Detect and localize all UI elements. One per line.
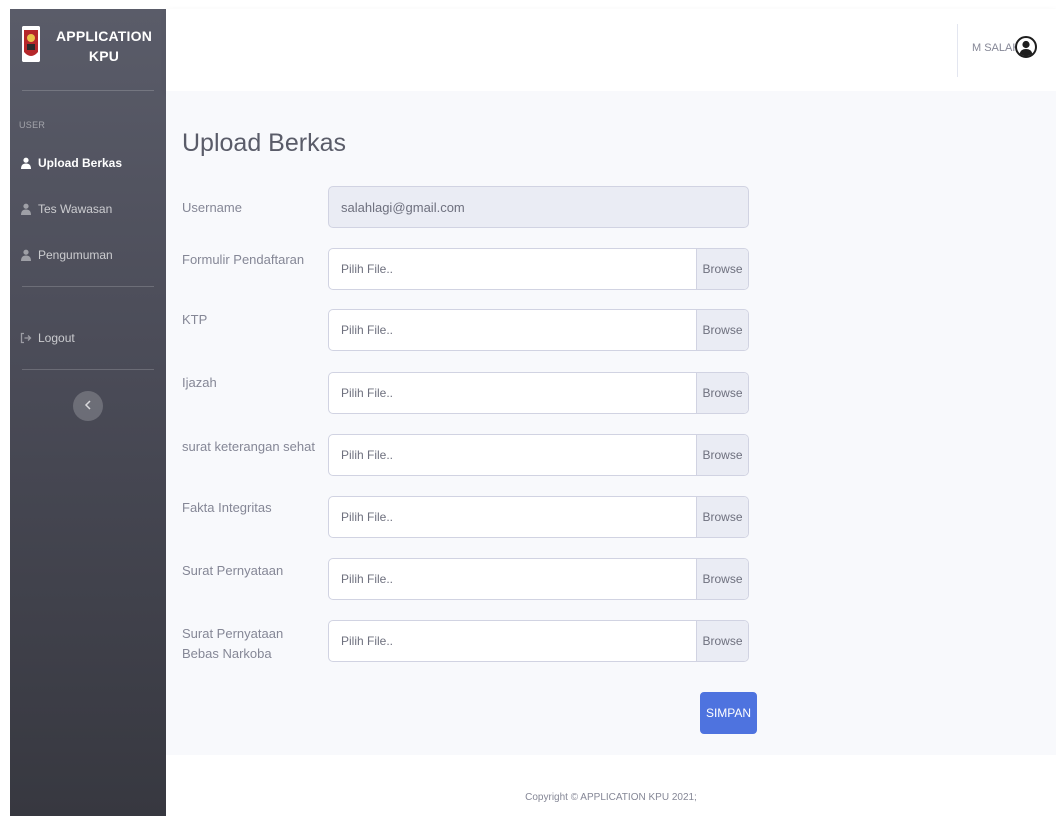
username-value: salahlagi@gmail.com bbox=[341, 199, 465, 215]
file-label-ktp: KTP bbox=[182, 312, 208, 327]
file-label-formulir-pendaftaran: Formulir Pendaftaran bbox=[182, 252, 305, 267]
brand-name: APPLICATION KPU bbox=[46, 26, 162, 66]
sidebar-item-label: Logout bbox=[38, 331, 75, 345]
sidebar-item-logout[interactable]: Logout bbox=[10, 326, 166, 350]
sidebar-item-label: Upload Berkas bbox=[38, 156, 123, 170]
username-label: Username bbox=[182, 200, 242, 215]
page-title: Upload Berkas bbox=[182, 129, 346, 157]
brand-line-1: APPLICATION bbox=[55, 28, 153, 44]
sign-out-icon bbox=[20, 332, 32, 344]
file-placeholder: Pilih File.. bbox=[341, 634, 394, 648]
file-label-surat-keterangan-sehat: surat keterangan sehat bbox=[182, 439, 315, 454]
sidebar: APPLICATION KPU USER Upload Berkas Tes W… bbox=[10, 9, 166, 816]
browse-button[interactable]: Browse bbox=[696, 497, 748, 537]
user-icon bbox=[20, 249, 32, 261]
topbar-divider bbox=[957, 24, 958, 77]
browse-button[interactable]: Browse bbox=[696, 559, 748, 599]
brand[interactable]: APPLICATION KPU bbox=[10, 9, 166, 89]
file-input-surat-pernyataan[interactable]: Pilih File.. Browse bbox=[328, 558, 749, 600]
sidebar-item-pengumuman[interactable]: Pengumuman bbox=[10, 243, 166, 267]
save-button[interactable]: SIMPAN bbox=[700, 692, 757, 734]
file-input-ijazah[interactable]: Pilih File.. Browse bbox=[328, 372, 749, 414]
file-input-surat-pernyataan-bebas-narkoba[interactable]: Pilih File.. Browse bbox=[328, 620, 749, 662]
main-content: Upload Berkas Username salahlagi@gmail.c… bbox=[166, 91, 1056, 755]
file-placeholder: Pilih File.. bbox=[341, 510, 394, 524]
file-input-formulir-pendaftaran[interactable]: Pilih File.. Browse bbox=[328, 248, 749, 290]
footer: Copyright © APPLICATION KPU 2021; bbox=[166, 755, 1056, 816]
file-placeholder: Pilih File.. bbox=[341, 572, 394, 586]
file-placeholder: Pilih File.. bbox=[341, 323, 394, 337]
brand-line-2: KPU bbox=[88, 48, 120, 64]
sidebar-item-label: Pengumuman bbox=[38, 248, 113, 262]
app-root: APPLICATION KPU USER Upload Berkas Tes W… bbox=[0, 0, 1056, 816]
file-label-surat-pernyataan: Surat Pernyataan bbox=[182, 563, 284, 578]
sidebar-heading: USER bbox=[19, 120, 46, 130]
username-field[interactable]: salahlagi@gmail.com bbox=[328, 186, 749, 228]
sidebar-item-tes-wawasan[interactable]: Tes Wawasan bbox=[10, 197, 166, 221]
sidebar-toggle-button[interactable] bbox=[73, 391, 103, 421]
browse-button[interactable]: Browse bbox=[696, 310, 748, 350]
browse-button[interactable]: Browse bbox=[696, 435, 748, 475]
sidebar-item-label: Tes Wawasan bbox=[38, 202, 113, 216]
file-input-surat-keterangan-sehat[interactable]: Pilih File.. Browse bbox=[328, 434, 749, 476]
topbar: M SALAH bbox=[166, 9, 1056, 91]
file-label-fakta-integritas: Fakta Integritas bbox=[182, 500, 272, 515]
sidebar-divider bbox=[22, 369, 154, 370]
browse-button[interactable]: Browse bbox=[696, 249, 748, 289]
file-placeholder: Pilih File.. bbox=[341, 448, 394, 462]
file-placeholder: Pilih File.. bbox=[341, 262, 394, 276]
user-circle-icon[interactable] bbox=[1015, 36, 1037, 58]
copyright-text: Copyright © APPLICATION KPU 2021; bbox=[525, 792, 697, 803]
user-icon bbox=[20, 157, 32, 169]
browse-button[interactable]: Browse bbox=[696, 373, 748, 413]
kpu-logo-icon bbox=[22, 26, 40, 62]
file-input-ktp[interactable]: Pilih File.. Browse bbox=[328, 309, 749, 351]
file-placeholder: Pilih File.. bbox=[341, 386, 394, 400]
user-name[interactable]: M SALAH bbox=[972, 42, 1020, 54]
file-label-ijazah: Ijazah bbox=[182, 375, 217, 390]
file-label-surat-pernyataan-bebas-narkoba: Surat Pernyataan Bebas Narkoba bbox=[182, 626, 284, 661]
sidebar-item-upload-berkas[interactable]: Upload Berkas bbox=[10, 151, 166, 175]
file-input-fakta-integritas[interactable]: Pilih File.. Browse bbox=[328, 496, 749, 538]
browse-button[interactable]: Browse bbox=[696, 621, 748, 661]
chevron-left-icon bbox=[84, 397, 92, 415]
sidebar-divider bbox=[22, 286, 154, 287]
user-icon bbox=[20, 203, 32, 215]
sidebar-divider bbox=[22, 90, 154, 91]
